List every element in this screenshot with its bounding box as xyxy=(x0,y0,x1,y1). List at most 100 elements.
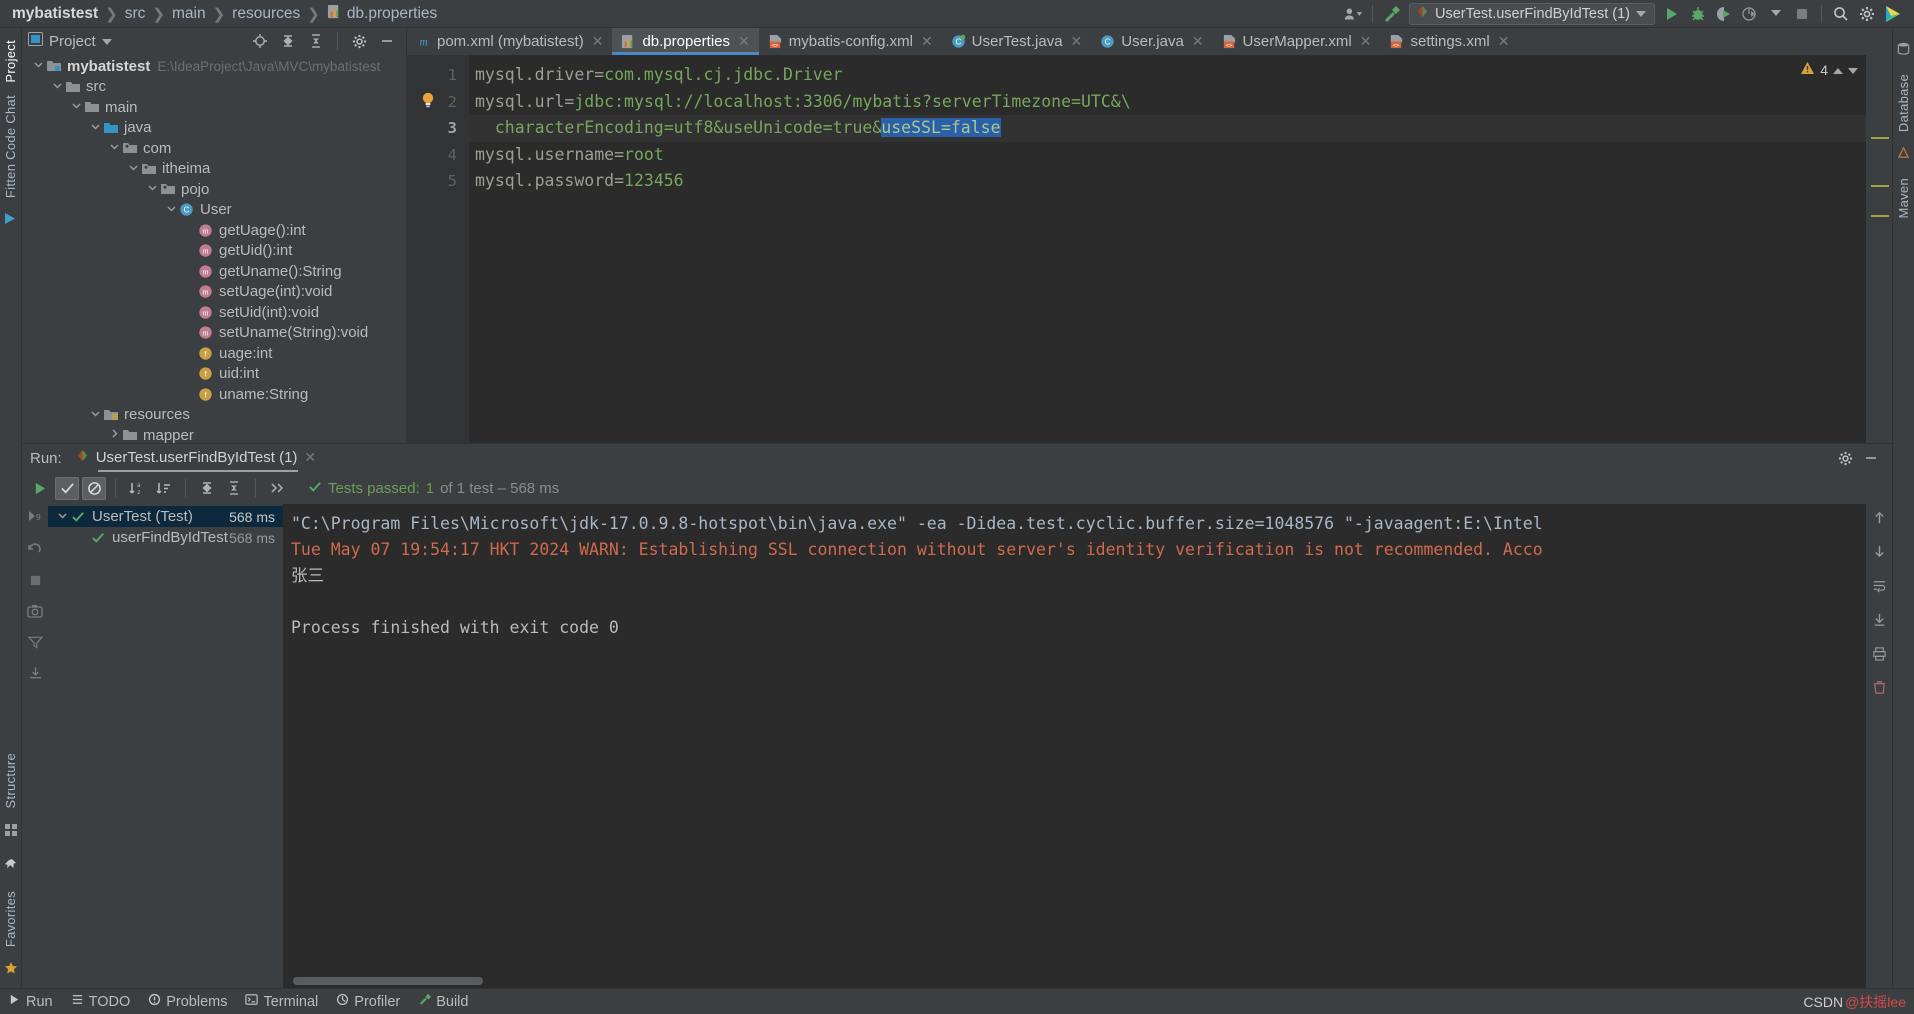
gutter-marker[interactable] xyxy=(1871,137,1889,139)
editor-tab[interactable]: C User.java ✕ xyxy=(1091,28,1212,55)
tree-row[interactable]: f uname:String xyxy=(22,384,406,405)
inspection-warning-badge[interactable]: 4 xyxy=(1800,61,1858,78)
close-icon[interactable]: ✕ xyxy=(738,33,750,50)
code-editor[interactable]: 1 2 3 4 5 mysql.driver=com.mysql.cj.jdbc.Dri… xyxy=(407,55,1892,443)
user-account-icon[interactable] xyxy=(1340,2,1366,26)
tree-row[interactable]: m setUname(String):void xyxy=(22,323,406,344)
chevron-down-icon[interactable] xyxy=(70,100,83,114)
scroll-up-icon[interactable] xyxy=(1872,510,1887,530)
tree-row[interactable]: m setUid(int):void xyxy=(22,302,406,323)
chevron-down-icon[interactable] xyxy=(1848,62,1858,78)
sidebar-tab-maven[interactable]: Maven xyxy=(1896,178,1911,219)
filter-icon[interactable] xyxy=(27,635,43,654)
status-bar-item-run[interactable]: Run xyxy=(8,993,53,1010)
sort-duration-icon[interactable] xyxy=(152,477,176,500)
print-icon[interactable] xyxy=(1872,646,1887,666)
stop-button[interactable] xyxy=(1789,2,1815,26)
collapse-all-icon[interactable] xyxy=(222,477,246,500)
breadcrumb-item-file[interactable]: db.properties xyxy=(323,4,441,24)
tree-row[interactable]: f uid:int xyxy=(22,364,406,385)
close-icon[interactable]: ✕ xyxy=(592,33,604,50)
settings-gear-icon[interactable] xyxy=(1854,2,1880,26)
maven-icon[interactable] xyxy=(1897,146,1910,164)
chevron-down-icon[interactable] xyxy=(89,121,102,135)
test-results-tree[interactable]: UserTest (Test) 568 ms userFindByIdTest 568… xyxy=(48,504,283,988)
import-tests-icon[interactable] xyxy=(28,666,43,685)
expand-all-icon[interactable] xyxy=(275,29,301,53)
tree-row[interactable]: src xyxy=(22,77,406,98)
collapse-all-icon[interactable] xyxy=(303,29,329,53)
structure-icon[interactable] xyxy=(4,823,18,842)
tree-row[interactable]: main xyxy=(22,97,406,118)
breadcrumb-item-src[interactable]: src xyxy=(121,5,150,23)
editor-tab[interactable]: <> UserMapper.xml ✕ xyxy=(1213,28,1381,55)
tree-row[interactable]: java xyxy=(22,118,406,139)
chevron-down-icon[interactable] xyxy=(89,408,102,422)
expand-all-icon[interactable] xyxy=(195,477,219,500)
status-bar-item-problems[interactable]: Problems xyxy=(148,993,227,1010)
fitten-code-icon[interactable] xyxy=(1880,2,1906,26)
tree-row[interactable]: m setUage(int):void xyxy=(22,282,406,303)
tree-row[interactable]: resources xyxy=(22,405,406,426)
build-hammer-icon[interactable] xyxy=(1379,2,1405,26)
sidebar-tab-structure[interactable]: Structure xyxy=(3,753,18,808)
run-panel-tab[interactable]: UserTest.userFindByIdTest (1) ✕ xyxy=(76,449,316,472)
code-line[interactable]: mysql.password=123456 xyxy=(469,168,1866,195)
chevron-up-icon[interactable] xyxy=(1833,62,1843,78)
project-panel-title[interactable]: Project xyxy=(28,32,112,50)
code-line[interactable]: characterEncoding=utf8&useUnicode=true&u… xyxy=(469,115,1866,142)
tree-row[interactable]: m getUid():int xyxy=(22,241,406,262)
search-icon[interactable] xyxy=(1828,2,1854,26)
status-bar-item-todo[interactable]: TODO xyxy=(71,993,130,1010)
locate-icon[interactable] xyxy=(247,29,273,53)
breadcrumb-item-resources[interactable]: resources xyxy=(228,5,304,23)
chevron-down-icon[interactable] xyxy=(146,182,159,196)
run-button[interactable] xyxy=(1659,2,1685,26)
editor-tab-bar[interactable]: m pom.xml (mybatistest) ✕ db.properties ✕ <> m… xyxy=(407,28,1892,55)
code-content[interactable]: mysql.driver=com.mysql.cj.jdbc.Driver mys… xyxy=(469,55,1866,443)
project-tree[interactable]: mybatistest E:\IdeaProject\Java\MVC\mybat… xyxy=(22,54,406,443)
close-icon[interactable]: ✕ xyxy=(1071,33,1083,50)
status-bar-item-profiler[interactable]: Profiler xyxy=(336,993,400,1010)
chevron-down-icon[interactable] xyxy=(32,59,45,73)
chevron-down-icon[interactable] xyxy=(165,203,178,217)
tree-row[interactable]: f uage:int xyxy=(22,343,406,364)
sidebar-tab-database[interactable]: Database xyxy=(1896,74,1911,132)
more-options-icon[interactable] xyxy=(265,477,289,500)
close-icon[interactable]: ✕ xyxy=(1360,33,1372,50)
database-icon[interactable] xyxy=(1897,42,1910,60)
test-tree-row[interactable]: userFindByIdTest 568 ms xyxy=(48,527,283,548)
minimize-icon[interactable] xyxy=(1858,446,1884,470)
sidebar-tab-favorites[interactable]: Favorites xyxy=(3,891,18,947)
editor-tab[interactable]: db.properties ✕ xyxy=(612,28,760,55)
fitten-rail-icon[interactable] xyxy=(4,212,17,230)
clear-all-icon[interactable] xyxy=(1872,680,1887,700)
code-line[interactable]: mysql.url=jdbc:mysql://localhost:3306/my… xyxy=(469,89,1866,116)
test-tree-row[interactable]: UserTest (Test) 568 ms xyxy=(48,506,283,527)
tree-row[interactable]: m getUname():String xyxy=(22,261,406,282)
gutter-marker[interactable] xyxy=(1871,215,1889,217)
breadcrumb-item-main[interactable]: main xyxy=(168,5,210,23)
tree-row[interactable]: pojo xyxy=(22,179,406,200)
chevron-down-icon[interactable] xyxy=(51,80,64,94)
editor-tab[interactable]: <> settings.xml ✕ xyxy=(1380,28,1518,55)
favorites-star-icon[interactable] xyxy=(4,961,18,980)
favorites-pin-icon[interactable] xyxy=(4,858,18,877)
skip-to-next-icon[interactable]: 9 xyxy=(27,508,43,529)
gutter-marker[interactable] xyxy=(1871,185,1889,187)
tree-row[interactable]: com xyxy=(22,138,406,159)
tree-row[interactable]: mybatistest E:\IdeaProject\Java\MVC\mybat… xyxy=(22,56,406,77)
minimize-icon[interactable] xyxy=(374,29,400,53)
run-configuration-selector[interactable]: UserTest.userFindByIdTest (1) xyxy=(1408,2,1655,25)
chevron-down-icon[interactable] xyxy=(56,510,69,524)
tree-row[interactable]: m getUage():int xyxy=(22,220,406,241)
intention-bulb-icon[interactable] xyxy=(421,92,435,110)
stop-icon[interactable] xyxy=(29,574,42,592)
rerun-failed-icon[interactable] xyxy=(27,541,43,562)
console-output[interactable]: "C:\Program Files\Microsoft\jdk-17.0.9.8… xyxy=(283,504,1866,988)
tree-row[interactable]: mapper xyxy=(22,425,406,443)
run-with-coverage-button[interactable] xyxy=(1711,2,1737,26)
code-line[interactable]: mysql.username=root xyxy=(469,142,1866,169)
editor-tab[interactable]: <> mybatis-config.xml ✕ xyxy=(759,28,942,55)
chevron-down-icon[interactable] xyxy=(127,162,140,176)
